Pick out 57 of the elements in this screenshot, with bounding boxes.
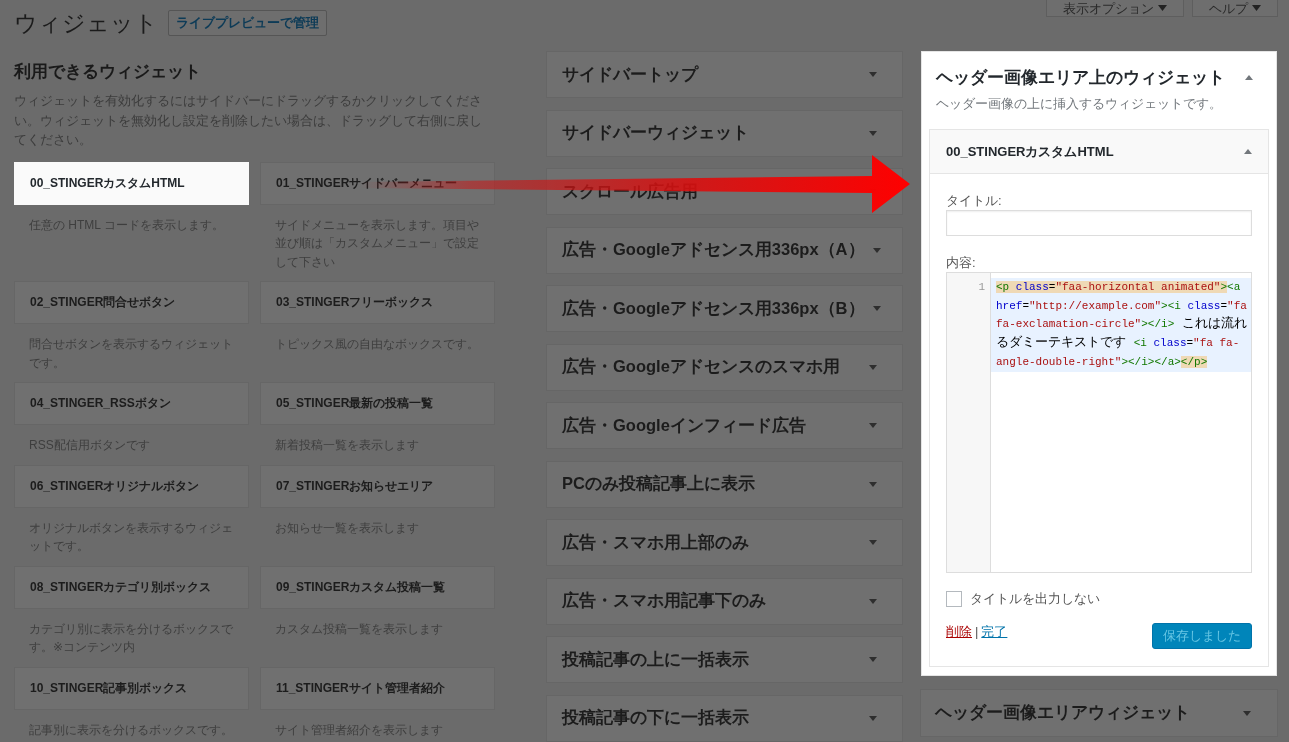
sidebar-title: 広告・Googleインフィード広告 bbox=[562, 414, 806, 436]
field-label: タイトル: bbox=[946, 192, 1003, 210]
sidebar-title: 投稿記事の上に一括表示 bbox=[562, 648, 749, 670]
sidebar-panel[interactable]: 広告・Googleアドセンス用336px（B） bbox=[546, 285, 903, 332]
sidebar-panel[interactable]: 広告・Googleインフィード広告 bbox=[546, 402, 903, 449]
widget-card[interactable]: 04_STINGER_RSSボタン bbox=[14, 382, 249, 425]
sidebar-description: ヘッダー画像の上に挿入するウィジェットです。 bbox=[935, 95, 1223, 113]
widget-card[interactable]: 07_STINGERお知らせエリア bbox=[260, 464, 495, 508]
sidebar-title: サイドバーウィジェット bbox=[562, 122, 749, 143]
sidebar-title: 広告・Googleアドセンス用336px（B） bbox=[562, 297, 865, 320]
sidebar-title: ヘッダー画像エリア上のウィジェット bbox=[936, 67, 1225, 88]
sidebar-panel[interactable]: 投稿記事の下に一括表示 bbox=[546, 694, 903, 742]
sidebar-title: PCのみ投稿記事上に表示 bbox=[562, 473, 755, 494]
caret-icon bbox=[1252, 5, 1261, 11]
page-title: ウィジェット bbox=[14, 9, 158, 37]
live-preview-button[interactable]: ライブプレビューで管理 bbox=[168, 10, 327, 36]
sidebar-title: サイドバートップ bbox=[562, 63, 698, 85]
sidebar-title: 投稿記事の下に一括表示 bbox=[562, 707, 749, 728]
field-label: 内容: bbox=[946, 254, 977, 272]
screen-options-button[interactable]: 表示オプション bbox=[1046, 0, 1184, 17]
widget-card[interactable]: 09_STINGERカスタム投稿一覧 bbox=[260, 565, 495, 609]
code-editor[interactable]: 1 <p class="faa-horizontal animated"><a href="http://example.com"><i class="fa fa-exclamation-circle"></i> これは流れるダミーテキストです <i class="fa fa-angle-double-right"></i></a></p> bbox=[946, 272, 1252, 573]
widget-card[interactable]: 00_STINGERカスタムHTML bbox=[14, 161, 249, 205]
widget-card[interactable]: 10_STINGER記事別ボックス bbox=[14, 666, 249, 710]
title-input[interactable] bbox=[946, 210, 1252, 236]
line-number: 1 bbox=[977, 280, 986, 295]
done-link[interactable]: 完了 bbox=[981, 623, 1008, 641]
widget-card[interactable]: 06_STINGERオリジナルボタン bbox=[14, 464, 249, 508]
code-text: <p class="faa-horizontal animated"><a href="http://example.com"><i class="fa fa-exclamation-circle"></i> これは流れるダミーテキストです <i class="fa fa-angle-double-right"></i></a></p> bbox=[991, 278, 1251, 372]
widget-header[interactable]: 00_STINGERカスタムHTML bbox=[930, 130, 1268, 174]
widget-title: 00_STINGERカスタムHTML bbox=[946, 142, 1114, 161]
sidebar-title: 広告・スマホ用記事下のみ bbox=[562, 590, 766, 611]
sidebar-panel[interactable]: PCのみ投稿記事上に表示 bbox=[546, 460, 903, 508]
sidebar-panel[interactable]: 広告・スマホ用上部のみ bbox=[546, 519, 903, 566]
sidebar-title: 広告・スマホ用上部のみ bbox=[562, 531, 749, 553]
checkbox-label: タイトルを出力しない bbox=[970, 590, 1100, 608]
sidebar-panel[interactable]: 広告・Googleアドセンス用336px（A） bbox=[546, 226, 903, 274]
sidebar-title: 広告・Googleアドセンス用336px（A） bbox=[562, 239, 865, 261]
widget-card[interactable]: 05_STINGER最新の投稿一覧 bbox=[260, 382, 495, 425]
link-separator: | bbox=[975, 623, 979, 641]
sidebar-panel[interactable]: 広告・Googleアドセンスのスマホ用 bbox=[546, 343, 903, 391]
sidebar-panel[interactable]: サイドバーウィジェット bbox=[546, 109, 903, 157]
sidebar-panel[interactable]: サイドバートップ bbox=[546, 51, 903, 98]
sidebar-title: 広告・Googleアドセンスのスマホ用 bbox=[562, 356, 840, 377]
sidebar-title: ヘッダー画像エリアウィジェット bbox=[935, 702, 1190, 723]
checkbox[interactable] bbox=[946, 591, 962, 607]
widget-card[interactable]: 08_STINGERカテゴリ別ボックス bbox=[14, 565, 249, 609]
widget-card[interactable]: 02_STINGER問合せボタン bbox=[14, 281, 249, 324]
screen-options-button[interactable]: ヘルプ bbox=[1192, 0, 1278, 17]
widget-card[interactable]: 11_STINGERサイト管理者紹介 bbox=[260, 666, 495, 710]
widget-card[interactable]: 03_STINGERフリーボックス bbox=[260, 281, 495, 324]
sidebar-panel[interactable]: 広告・スマホ用記事下のみ bbox=[546, 577, 903, 625]
section-heading: 利用できるウィジェット bbox=[14, 61, 202, 83]
sidebar-panel[interactable]: ヘッダー画像エリアウィジェット bbox=[920, 689, 1278, 737]
caret-icon bbox=[1158, 5, 1167, 11]
sidebar-panel[interactable]: 投稿記事の上に一括表示 bbox=[546, 636, 903, 683]
delete-link[interactable]: 削除 bbox=[946, 623, 972, 641]
